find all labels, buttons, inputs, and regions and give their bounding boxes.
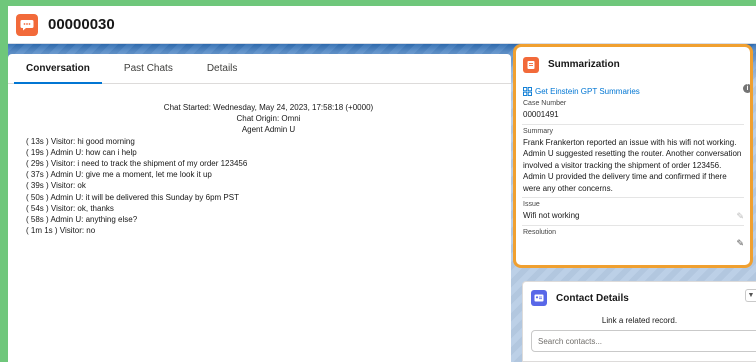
link-record-text: Link a related record.	[601, 316, 678, 325]
contact-details-title: Contact Details	[556, 292, 629, 304]
contact-card-icon	[531, 290, 547, 306]
chat-line: ( 19s ) Admin U: how can i help	[26, 147, 137, 157]
search-contacts-input[interactable]	[531, 330, 756, 352]
conversation-panel: Conversation Past Chats Details Chat Sta…	[8, 54, 511, 362]
chat-transcript: Chat Started: Wednesday, May 24, 2023, 1…	[8, 84, 511, 236]
chat-started: Chat Started: Wednesday, May 24, 2023, 1…	[163, 103, 374, 112]
edit-issue-icon[interactable]: ✎	[736, 211, 744, 222]
issue-field: Issue Wifi not working ✎	[522, 198, 744, 226]
chat-origin: Chat Origin: Omni	[236, 114, 301, 124]
page-title: 00000030	[48, 16, 115, 33]
resolution-field: Resolution ✎	[522, 226, 744, 252]
tab-conversation[interactable]: Conversation	[14, 54, 102, 84]
contact-details-card: Contact Details ▼ Link a related record.	[522, 281, 756, 362]
tab-past-chats[interactable]: Past Chats	[112, 54, 185, 83]
chat-icon	[16, 13, 38, 36]
chat-line: ( 13s ) Visitor: hi good morning	[26, 136, 135, 146]
chat-line: ( 37s ) Admin U: give me a moment, let m…	[26, 170, 212, 180]
issue-label: Issue	[523, 201, 540, 208]
summary-field: Summary Frank Frankerton reported an iss…	[522, 125, 744, 198]
chat-line: ( 58s ) Admin U: anything else?	[26, 215, 138, 225]
tab-bar: Conversation Past Chats Details	[8, 54, 511, 84]
chat-agent: Agent Admin U	[241, 125, 296, 135]
resolution-value	[523, 238, 743, 249]
record-header: 00000030	[8, 6, 756, 44]
case-number-label: Case Number	[523, 100, 567, 107]
issue-value: Wifi not working	[523, 211, 580, 220]
einstein-gpt-label: Get Einstein GPT Summaries	[535, 86, 640, 96]
info-icon[interactable]: i	[743, 84, 750, 93]
chat-line: ( 39s ) Visitor: ok	[26, 181, 86, 191]
chat-line: ( 54s ) Visitor: ok, thanks	[26, 203, 114, 213]
resolution-label: Resolution	[523, 228, 557, 236]
summarization-card: Summarization Get Einstein GPT Summaries…	[513, 44, 753, 268]
summarization-header: Summarization	[516, 47, 750, 75]
chat-line: ( 50s ) Admin U: it will be delivered th…	[26, 192, 239, 202]
summary-label: Summary	[523, 127, 553, 135]
tab-details[interactable]: Details	[195, 54, 250, 83]
chat-line: ( 1m 1s ) Visitor: no	[26, 226, 96, 236]
case-number-field: Case Number 00001491	[522, 97, 744, 125]
summarization-title: Summarization	[548, 59, 620, 70]
chat-line: ( 29s ) Visitor: i need to track the shi…	[26, 159, 248, 169]
edit-resolution-icon[interactable]: ✎	[736, 238, 744, 249]
document-icon	[523, 56, 539, 73]
sparkle-grid-icon	[523, 86, 532, 96]
case-number-value: 00001491	[523, 110, 559, 119]
chevron-down-icon[interactable]: ▼	[745, 289, 756, 302]
summary-value: Frank Frankerton reported an issue with …	[523, 137, 742, 193]
einstein-gpt-link[interactable]: Get Einstein GPT Summaries	[516, 75, 750, 97]
contact-details-header: Contact Details	[523, 282, 756, 306]
